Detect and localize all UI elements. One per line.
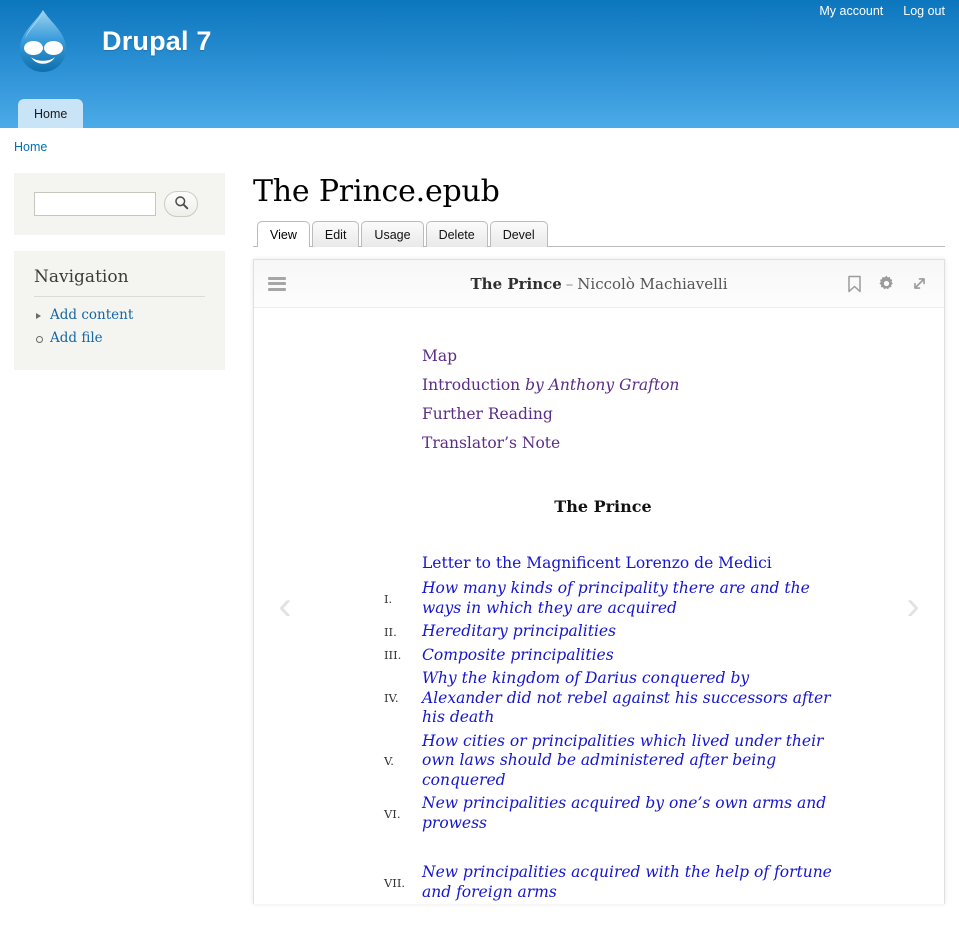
toc-link-introduction-label: Introduction bbox=[422, 376, 526, 394]
primary-menu-item-home[interactable]: Home bbox=[18, 99, 84, 128]
epub-book-title: The Prince – Niccolò Machiavelli bbox=[254, 275, 944, 293]
toc-chapter-title[interactable]: New principalities acquired by one’s own… bbox=[422, 794, 832, 833]
page-title: The Prince.epub bbox=[253, 174, 500, 209]
epub-page: ‹ › Map Introduction by Anthony Grafton … bbox=[254, 308, 944, 904]
navigation-list: Add content Add file bbox=[34, 306, 205, 348]
toc-link-introduction[interactable]: Introduction by Anthony Grafton bbox=[422, 371, 832, 400]
my-account-link[interactable]: My account bbox=[819, 0, 883, 22]
toc-chapter-title[interactable]: New principalities acquired with the hel… bbox=[422, 863, 832, 902]
toc-chapter-row[interactable]: I. How many kinds of principality there … bbox=[384, 579, 832, 618]
site-name[interactable]: Drupal 7 bbox=[102, 26, 212, 57]
search-button[interactable] bbox=[164, 191, 198, 217]
tab-delete[interactable]: Delete bbox=[425, 221, 488, 247]
tab-devel[interactable]: Devel bbox=[489, 221, 548, 247]
search-icon bbox=[174, 195, 189, 213]
log-out-link[interactable]: Log out bbox=[903, 0, 945, 22]
toc-link-map-label: Map bbox=[422, 347, 458, 365]
toc-chapter-title[interactable]: How cities or principalities which lived… bbox=[422, 732, 832, 791]
toc-link-further-reading[interactable]: Further Reading bbox=[422, 400, 832, 429]
toc-link-letter-lorenzo[interactable]: Letter to the Magnificent Lorenzo de Med… bbox=[422, 552, 832, 574]
epub-book-author: Niccolò Machiavelli bbox=[577, 274, 728, 293]
main-content: The Prince.epub View Edit Usage Delete D… bbox=[225, 154, 959, 904]
epub-section-heading: The Prince bbox=[554, 497, 652, 516]
epub-reader-icons bbox=[847, 275, 928, 293]
account-links: My account Log out bbox=[819, 0, 945, 22]
search-input[interactable] bbox=[34, 192, 156, 216]
fullscreen-expand-icon[interactable] bbox=[911, 275, 928, 292]
search-form bbox=[34, 191, 209, 217]
drupal-droplet-logo-icon[interactable] bbox=[14, 8, 72, 74]
search-block bbox=[14, 173, 225, 235]
toc-chapter-number: IV. bbox=[384, 691, 399, 706]
nav-link-add-content[interactable]: Add content bbox=[50, 307, 133, 323]
primary-menu: Home bbox=[18, 99, 84, 128]
toc-chapter-row[interactable]: II. Hereditary principalities bbox=[384, 622, 832, 642]
site-branding[interactable]: Drupal 7 bbox=[14, 8, 212, 74]
toc-link-translators-note-label: Translator’s Note bbox=[422, 434, 561, 452]
epub-next-page-arrow[interactable]: › bbox=[886, 308, 940, 904]
toc-chapter-number: VI. bbox=[384, 806, 401, 821]
tab-view[interactable]: View bbox=[257, 221, 310, 247]
toc-chapter-number: II. bbox=[384, 624, 397, 639]
toc-chapter-row[interactable]: VII. New principalities acquired with th… bbox=[384, 863, 832, 902]
toc-chapter-title[interactable]: Composite principalities bbox=[422, 646, 614, 666]
tab-usage[interactable]: Usage bbox=[361, 221, 424, 247]
epub-table-of-contents: Map Introduction by Anthony Grafton Furt… bbox=[384, 342, 832, 902]
toc-chapter-row[interactable]: V. How cities or principalities which li… bbox=[384, 732, 832, 791]
nav-link-add-file[interactable]: Add file bbox=[50, 330, 103, 346]
toc-chapter-number: V. bbox=[384, 753, 394, 768]
epub-title-separator: – bbox=[565, 274, 574, 293]
toc-chapter-number: III. bbox=[384, 648, 402, 663]
toc-chapter-number: VII. bbox=[384, 875, 406, 890]
epub-front-matter-list: Map Introduction by Anthony Grafton Furt… bbox=[422, 342, 832, 458]
toc-chapter-row[interactable]: III. Composite principalities bbox=[384, 646, 832, 666]
toc-link-map[interactable]: Map bbox=[422, 342, 832, 371]
toc-chapter-row[interactable]: VI. New principalities acquired by one’s… bbox=[384, 794, 832, 833]
sidebar: Navigation Add content Add file bbox=[14, 154, 225, 386]
toc-link-introduction-byline: by Anthony Grafton bbox=[525, 376, 680, 394]
settings-gear-icon[interactable] bbox=[878, 275, 895, 292]
toc-chapter-title[interactable]: Why the kingdom of Darius conquered by A… bbox=[422, 669, 832, 728]
toc-link-further-reading-label: Further Reading bbox=[422, 405, 553, 423]
nav-item-add-file[interactable]: Add file bbox=[34, 329, 205, 348]
page-container: Navigation Add content Add file The Prin… bbox=[0, 154, 959, 904]
breadcrumb-item-home[interactable]: Home bbox=[14, 140, 47, 154]
node-tabs: View Edit Usage Delete Devel bbox=[253, 220, 945, 247]
tab-edit[interactable]: Edit bbox=[311, 221, 360, 247]
nav-item-add-content[interactable]: Add content bbox=[34, 306, 205, 325]
epub-reader: The Prince – Niccolò Machiavelli ‹ › Map… bbox=[253, 259, 945, 904]
epub-book-title-text: The Prince bbox=[470, 274, 562, 293]
toc-link-translators-note[interactable]: Translator’s Note bbox=[422, 429, 832, 458]
toc-chapter-title[interactable]: How many kinds of principality there are… bbox=[422, 579, 832, 618]
epub-prev-page-arrow[interactable]: ‹ bbox=[258, 308, 312, 904]
navigation-block: Navigation Add content Add file bbox=[14, 251, 225, 370]
bookmark-icon[interactable] bbox=[847, 275, 862, 293]
site-header: My account Log out Drupal 7 Home bbox=[0, 0, 959, 128]
navigation-block-title: Navigation bbox=[34, 267, 205, 297]
breadcrumb: Home bbox=[0, 128, 959, 154]
hamburger-menu-icon[interactable] bbox=[268, 276, 286, 291]
toc-chapter-title[interactable]: Hereditary principalities bbox=[422, 622, 616, 642]
epub-reader-toolbar: The Prince – Niccolò Machiavelli bbox=[254, 260, 944, 308]
toc-chapter-number: I. bbox=[384, 591, 393, 606]
toc-chapter-row[interactable]: IV. Why the kingdom of Darius conquered … bbox=[384, 669, 832, 728]
